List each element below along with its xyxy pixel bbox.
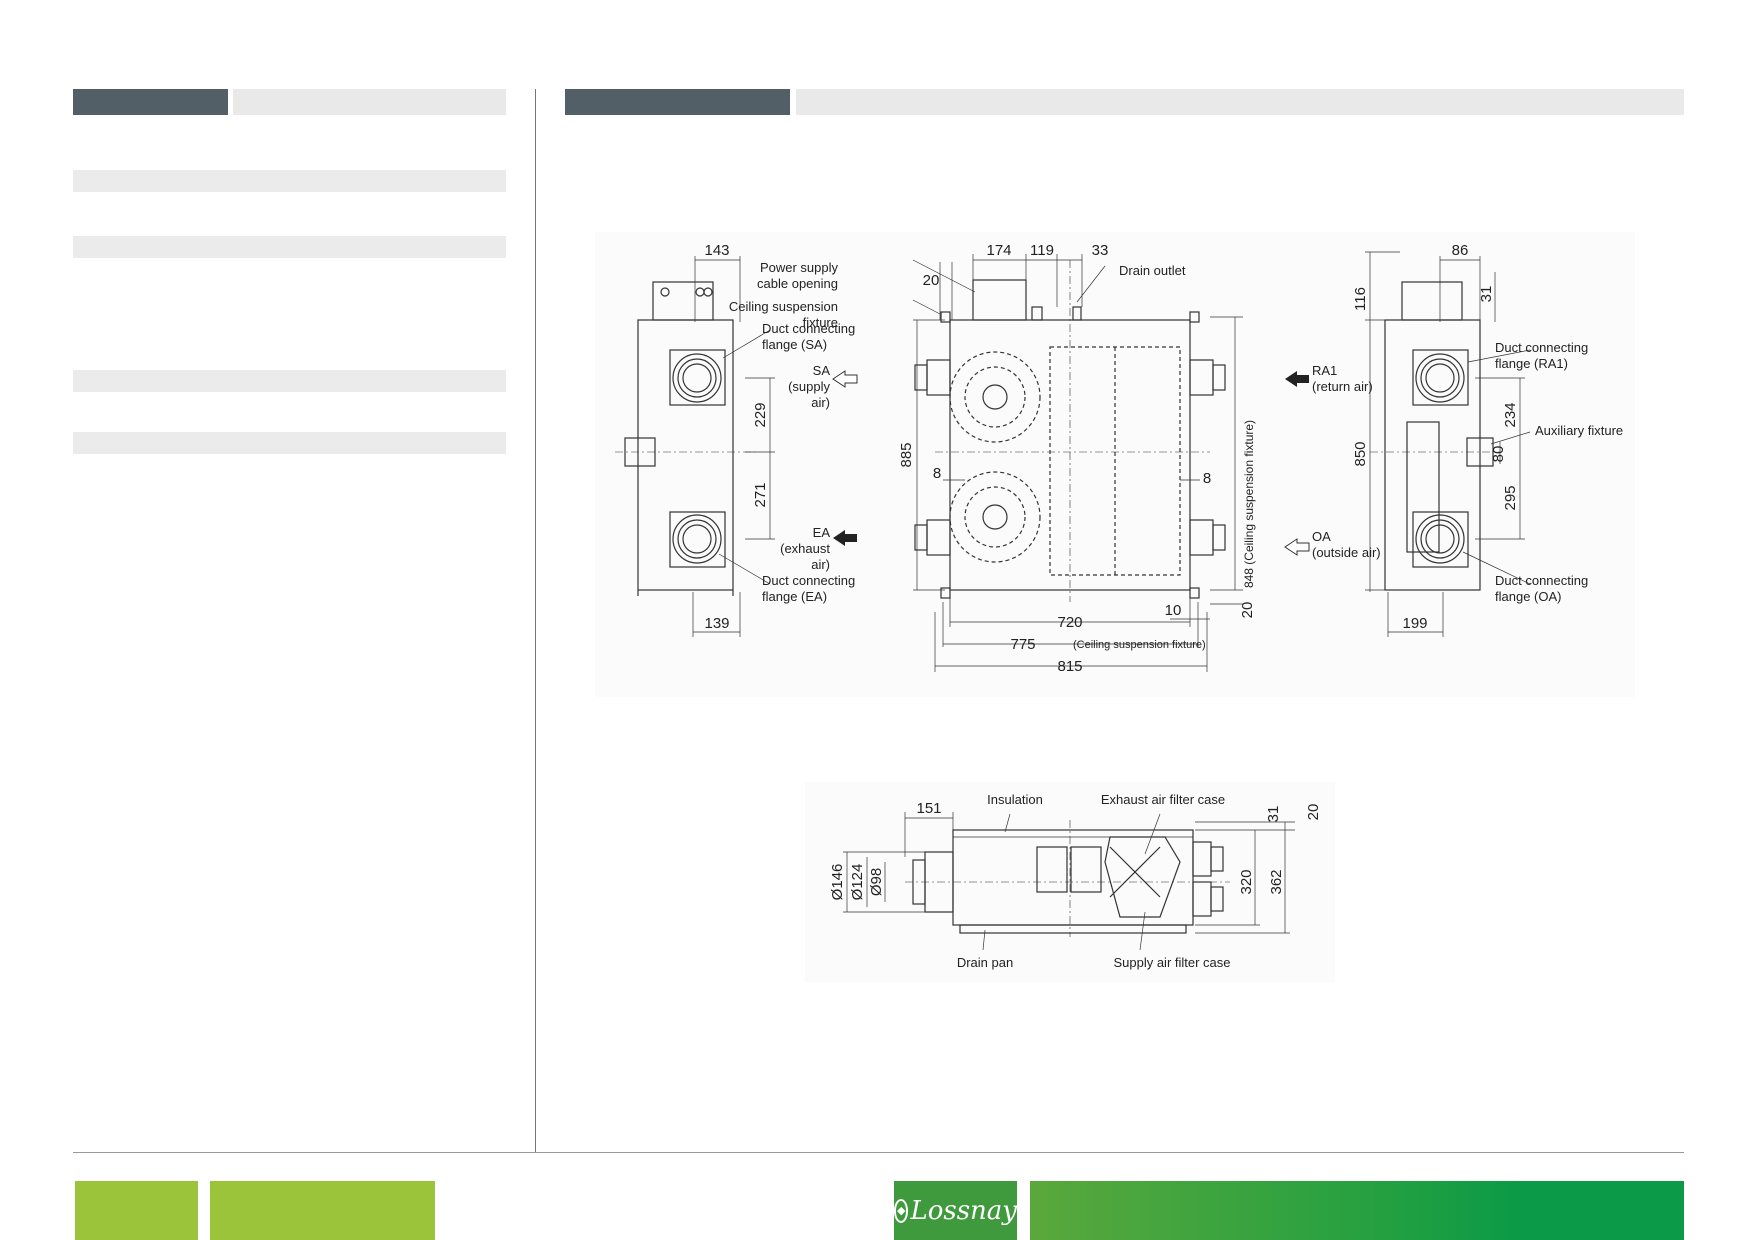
dim-86: 86 bbox=[1452, 242, 1469, 259]
dim-143: 143 bbox=[704, 242, 729, 259]
label-duct-ra1-1: Duct connecting bbox=[1495, 340, 1588, 355]
dim-139: 139 bbox=[704, 615, 729, 632]
label-insulation: Insulation bbox=[987, 792, 1043, 807]
label-ea: EA bbox=[813, 525, 831, 540]
right-section-header bbox=[796, 89, 1684, 115]
dim-174: 174 bbox=[986, 242, 1011, 259]
footer-rule bbox=[73, 1152, 1684, 1153]
label-sa: SA bbox=[813, 363, 831, 378]
dim-151: 151 bbox=[916, 800, 941, 817]
dim-20-side: 20 bbox=[1305, 804, 1322, 821]
label-ra1-return: (return air) bbox=[1312, 379, 1373, 394]
left-spec-row-1 bbox=[73, 170, 506, 192]
left-section-header bbox=[233, 89, 506, 115]
label-ea-exhaust: (exhaust bbox=[780, 541, 830, 556]
dim-20-bottom: 20 bbox=[1239, 602, 1256, 619]
dim-8-left: 8 bbox=[933, 465, 941, 482]
dim-885: 885 bbox=[898, 442, 915, 467]
dim-20-top: 20 bbox=[923, 272, 940, 289]
label-duct-oa-1: Duct connecting bbox=[1495, 573, 1588, 588]
label-drain-outlet: Drain outlet bbox=[1119, 263, 1186, 278]
label-cable-opening: cable opening bbox=[757, 276, 838, 291]
dim-775: 775 bbox=[1010, 636, 1035, 653]
dim-271: 271 bbox=[752, 482, 769, 507]
label-drain-pan: Drain pan bbox=[957, 955, 1013, 970]
label-ra1: RA1 bbox=[1312, 363, 1337, 378]
dim-199: 199 bbox=[1402, 615, 1427, 632]
dim-8-right: 8 bbox=[1203, 470, 1211, 487]
dim-80: 80 bbox=[1490, 446, 1507, 463]
dim-229: 229 bbox=[752, 402, 769, 427]
label-duct-oa-2: flange (OA) bbox=[1495, 589, 1561, 604]
dim-119: 119 bbox=[1030, 242, 1054, 259]
dim-320: 320 bbox=[1238, 869, 1255, 894]
column-divider bbox=[535, 89, 536, 1153]
label-sa-supply: (supply bbox=[788, 379, 830, 394]
footer-page-box bbox=[75, 1181, 198, 1240]
label-power-supply: Power supply bbox=[760, 260, 839, 275]
dimension-drawing-front: Power supply cable opening Ceiling suspe… bbox=[595, 232, 1635, 697]
label-auxiliary-fixture: Auxiliary fixture bbox=[1535, 423, 1623, 438]
label-ea-air: air) bbox=[811, 557, 830, 572]
dim-33: 33 bbox=[1092, 242, 1109, 259]
dim-295: 295 bbox=[1502, 485, 1519, 510]
label-duct-sa-1: Duct connecting bbox=[762, 321, 855, 336]
dim-815: 815 bbox=[1057, 658, 1082, 675]
label-supply-filter-case: Supply air filter case bbox=[1113, 955, 1230, 970]
label-oa: OA bbox=[1312, 529, 1331, 544]
dim-dia-124: Ø124 bbox=[849, 864, 866, 901]
footer-section-box bbox=[210, 1181, 435, 1240]
label-sa-air: air) bbox=[811, 395, 830, 410]
dimension-drawing-side: Insulation Exhaust air filter case Drain… bbox=[805, 782, 1335, 982]
dim-dia-98: Ø98 bbox=[868, 868, 885, 896]
dim-362: 362 bbox=[1268, 869, 1285, 894]
lossnay-logo: ◆ Lossnay bbox=[894, 1181, 1017, 1240]
left-spec-row-4 bbox=[73, 432, 506, 454]
dim-850: 850 bbox=[1352, 441, 1369, 466]
dim-720: 720 bbox=[1057, 614, 1082, 631]
front-views-svg: Power supply cable opening Ceiling suspe… bbox=[615, 242, 1623, 675]
lossnay-logo-icon: ◆ bbox=[894, 1198, 909, 1223]
side-view-svg: Insulation Exhaust air filter case Drain… bbox=[829, 792, 1322, 970]
label-oa-outside: (outside air) bbox=[1312, 545, 1381, 560]
lossnay-logo-text: Lossnay bbox=[910, 1195, 1017, 1226]
label-duct-ra1-2: flange (RA1) bbox=[1495, 356, 1568, 371]
label-848-ceiling: 848 (Ceiling suspension fixture) bbox=[1242, 420, 1256, 588]
dim-31-side: 31 bbox=[1265, 806, 1282, 823]
left-section-tab bbox=[73, 89, 228, 115]
dim-116: 116 bbox=[1352, 287, 1369, 311]
dim-234: 234 bbox=[1502, 402, 1519, 427]
label-ceiling-suspension: Ceiling suspension bbox=[729, 299, 838, 314]
label-duct-ea-2: flange (EA) bbox=[762, 589, 827, 604]
dim-31: 31 bbox=[1478, 286, 1495, 303]
dim-dia-146: Ø146 bbox=[829, 864, 846, 901]
dim-10: 10 bbox=[1165, 602, 1182, 619]
label-775-ceiling: (Ceiling suspension fixture) bbox=[1073, 639, 1206, 651]
label-exhaust-filter-case: Exhaust air filter case bbox=[1101, 792, 1225, 807]
left-spec-row-2 bbox=[73, 236, 506, 258]
left-spec-row-3 bbox=[73, 370, 506, 392]
right-section-tab bbox=[565, 89, 790, 115]
label-duct-sa-2: flange (SA) bbox=[762, 337, 827, 352]
side-view-body bbox=[952, 829, 1194, 926]
footer-gradient-bar bbox=[1030, 1181, 1684, 1240]
label-duct-ea-1: Duct connecting bbox=[762, 573, 855, 588]
